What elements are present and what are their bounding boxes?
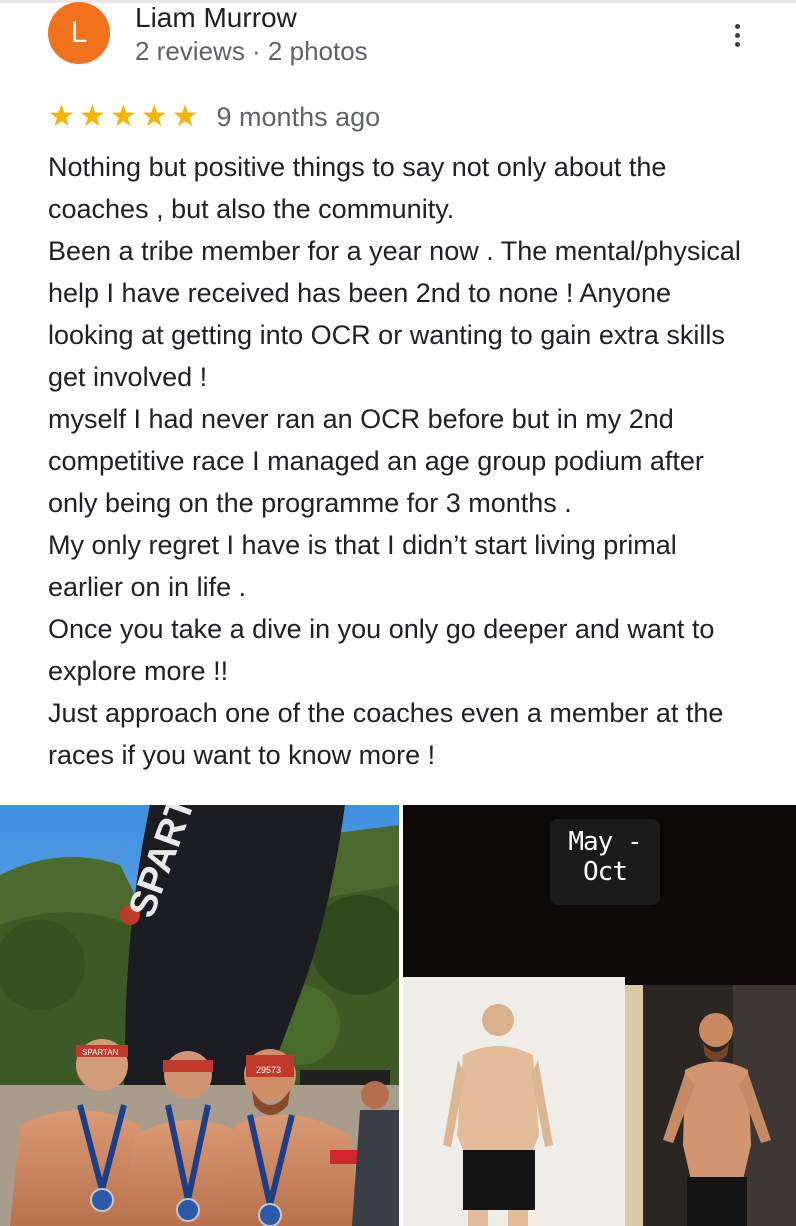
author-avatar[interactable]: L — [48, 2, 110, 64]
more-options-button[interactable] — [720, 18, 754, 52]
author-meta: 2 reviews · 2 photos — [135, 36, 368, 66]
review-photos: SPARTAN SPARTAN 29573 May -Oct — [0, 805, 796, 1226]
review-paragraph: Once you take a dive in you only go deep… — [48, 614, 715, 686]
avatar-initial: L — [70, 16, 88, 49]
star-icon: ★ — [109, 100, 137, 133]
photo-caption: May -Oct — [550, 819, 660, 905]
review-paragraph: Been a tribe member for a year now . The… — [48, 236, 741, 392]
review-text: Nothing but positive things to say not o… — [48, 146, 748, 776]
review-paragraph: Just approach one of the coaches even a … — [48, 698, 724, 770]
review-time: 9 months ago — [216, 101, 381, 132]
star-icon: ★ — [48, 100, 75, 133]
star-icon: ★ — [78, 100, 106, 133]
bib-number: 29573 — [256, 1065, 281, 1075]
author-name[interactable]: Liam Murrow — [135, 2, 297, 34]
more-vert-icon — [734, 23, 740, 47]
review-paragraph: myself I had never ran an OCR before but… — [48, 404, 704, 518]
review-photo-transformation[interactable]: May -Oct — [403, 805, 796, 1226]
star-icon: ★ — [140, 100, 168, 133]
review-photo-race[interactable]: SPARTAN SPARTAN 29573 — [0, 805, 399, 1226]
review-paragraph: My only regret I have is that I didn’t s… — [48, 530, 677, 602]
star-rating: ★ ★ ★ ★ ★ — [48, 102, 199, 132]
star-icon: ★ — [171, 100, 199, 133]
top-divider — [0, 0, 796, 3]
review-paragraph: Nothing but positive things to say not o… — [48, 152, 667, 224]
rating-row: ★ ★ ★ ★ ★ 9 months ago — [48, 100, 380, 134]
headband-text: SPARTAN — [82, 1048, 119, 1057]
